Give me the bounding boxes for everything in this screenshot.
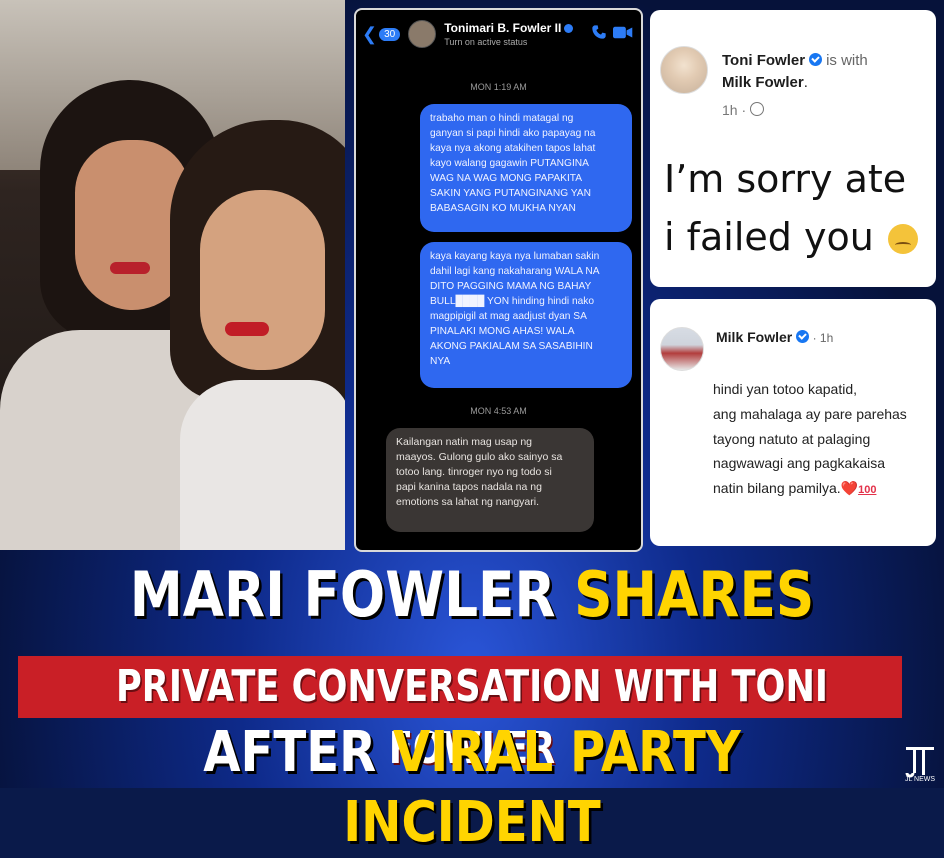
- headline-line-1: MARI FOWLER SHARES: [66, 555, 878, 635]
- post-line: tayong natuto at palaging: [713, 430, 871, 447]
- hundred-points-icon: 100: [858, 484, 877, 497]
- post-line: ang mahalaga ay pare parehas: [713, 405, 907, 422]
- message-bubble-sent[interactable]: trabaho man o hindi matagal ng ganyan si…: [420, 104, 632, 232]
- post-meta: 1h ·: [722, 102, 765, 118]
- photo-lips-right: [225, 322, 269, 336]
- message-line: totoo lang. tinroger nyo ng todo si: [396, 466, 552, 478]
- photo-body-right: [180, 380, 345, 550]
- post-time[interactable]: 1h ·: [722, 102, 746, 118]
- post-line-last: natin bilang pamilya.❤️100: [713, 476, 907, 503]
- message-line: kaya nya akong atakihen tapos lahat: [430, 143, 596, 154]
- back-chevron-icon[interactable]: ❮: [362, 24, 377, 45]
- pensive-face-icon: [887, 224, 918, 254]
- timestamp: MON 4:53 AM: [470, 406, 527, 416]
- message-line: emotions sa lahat ng nangyari.: [396, 496, 540, 508]
- video-camera-icon[interactable]: [613, 26, 633, 39]
- headline-yellow: SHARES: [574, 558, 815, 631]
- message-bubble-received[interactable]: Kailangan natin mag usap ng maayos. Gulo…: [386, 428, 594, 532]
- tagged-name[interactable]: Milk Fowler: [722, 74, 804, 91]
- unread-count-badge: 30: [379, 27, 401, 41]
- chat-title[interactable]: Tonimari B. Fowler II Turn on active sta…: [444, 21, 574, 47]
- verified-icon: [796, 330, 810, 343]
- headline-white: AFTER: [203, 720, 377, 785]
- headline-white: MARI FOWLER: [129, 558, 556, 631]
- facebook-post-milk: Milk Fowler · 1h hindi yan totoo kapatid…: [650, 299, 936, 546]
- message-line: trabaho man o hindi matagal ng: [430, 113, 574, 124]
- post-header: Milk Fowler · 1h: [716, 329, 833, 345]
- message-line: kaya kayang kaya nya lumaban sakin: [430, 251, 600, 262]
- message-line: PINALAKI MONG AHAS! WALA: [430, 326, 575, 337]
- globe-icon: [750, 102, 765, 116]
- message-line: maayos. Gulong gulo ako sainyo sa: [396, 451, 563, 463]
- message-line: WAG NA WAG MONG PAPAKITA: [430, 173, 583, 184]
- post-text: hindi yan totoo kapatid, ang mahalaga ay…: [713, 377, 907, 503]
- with-text: is with: [826, 52, 868, 69]
- post-line-2: i failed you: [664, 208, 918, 266]
- post-line: natin bilang pamilya.: [713, 480, 841, 497]
- post-text: I’m sorry ate i failed you: [664, 150, 918, 266]
- message-line: magpipigil at mag aadjust dyan SA: [430, 311, 587, 322]
- tagged-suffix: .: [803, 74, 808, 91]
- message-line: SAKIN YANG PUTANGINANG YAN: [430, 188, 591, 199]
- contact-name: Tonimari B. Fowler II: [444, 21, 562, 35]
- post-line: I’m sorry ate: [664, 157, 907, 201]
- photo-lips-left: [110, 262, 150, 274]
- message-line: BULL████ YON hinding hindi nako: [430, 296, 595, 307]
- timestamp: MON 1:19 AM: [470, 82, 527, 92]
- post-header: Toni Fowler is with Milk Fowler.: [722, 50, 868, 94]
- active-status-link[interactable]: Turn on active status: [444, 37, 573, 47]
- message-line: dahil lagi kang nakaharang WALA NA: [430, 266, 600, 277]
- facebook-post-toni: Toni Fowler is with Milk Fowler. 1h · I’m…: [650, 10, 936, 287]
- chat-header: ❮ 30 Tonimari B. Fowler II Turn on activ…: [356, 10, 641, 58]
- message-line: DITO PAGGING MAMA NG BAHAY: [430, 281, 592, 292]
- avatar[interactable]: [408, 20, 437, 48]
- author-name[interactable]: Toni Fowler: [722, 52, 805, 69]
- photo-face-right: [200, 190, 325, 370]
- verified-icon: [564, 24, 574, 34]
- heart-icon: ❤️: [840, 480, 859, 497]
- message-line: BABASAGIN KO MUKHA NYAN: [430, 203, 576, 214]
- post-line: i failed you: [664, 215, 874, 259]
- author-name[interactable]: Milk Fowler: [716, 329, 792, 345]
- post-line: hindi yan totoo kapatid,: [713, 381, 857, 397]
- message-line: papi kanina tapos nadala na ng: [396, 481, 542, 493]
- verified-icon: [809, 53, 823, 66]
- photo-two-women: [0, 0, 345, 550]
- avatar[interactable]: [660, 327, 704, 371]
- avatar[interactable]: [660, 46, 708, 94]
- message-line: ganyan si papi hindi ako papayag na: [430, 128, 596, 139]
- headline-line-3: AFTER VIRAL PARTY INCIDENT: [66, 718, 878, 858]
- logo-text: JL NEWS: [904, 776, 936, 783]
- post-line: nagwawagi ang pagkakaisa: [713, 455, 886, 472]
- message-line: Kailangan natin mag usap ng: [396, 436, 533, 448]
- phone-icon[interactable]: [591, 24, 607, 40]
- message-line: AKONG PAKIALAM SA SASABIHIN: [430, 341, 593, 352]
- message-line: NYA: [430, 356, 451, 367]
- message-bubble-sent[interactable]: kaya kayang kaya nya lumaban sakin dahil…: [420, 242, 632, 388]
- message-line: kayo walang gagawin PUTANGINA: [430, 158, 589, 169]
- messenger-screenshot: ❮ 30 Tonimari B. Fowler II Turn on activ…: [354, 8, 643, 552]
- post-time[interactable]: · 1h: [809, 331, 834, 345]
